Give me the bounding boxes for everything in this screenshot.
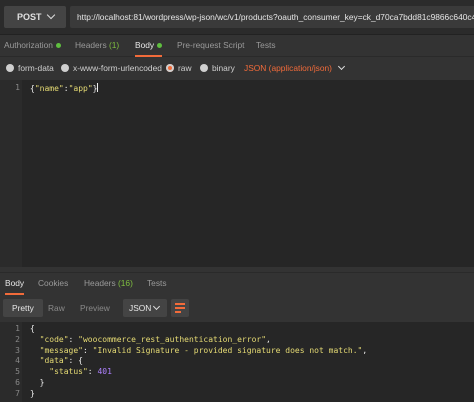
code-line: } (30, 378, 45, 387)
code-token: } (30, 378, 45, 387)
wrap-icon (175, 311, 181, 313)
format-label: JSON (129, 303, 152, 313)
response-tabs: Body Cookies Headers (16) Tests (0, 272, 474, 295)
tab-authorization[interactable]: Authorization (4, 35, 61, 57)
code-line: "code": "woocommerce_rest_authentication… (30, 335, 271, 344)
code-token: : (68, 334, 79, 344)
body-type-options: form-data x-www-form-urlencoded raw bina… (0, 57, 474, 79)
code-line: "data": { (30, 356, 83, 365)
tab-count: (16) (117, 278, 133, 288)
code-token: "code" (30, 334, 69, 344)
line-number-gutter: 1 (0, 80, 22, 267)
tab-response-headers[interactable]: Headers (16) (84, 273, 133, 295)
status-dot-icon (157, 43, 163, 49)
line-number: 1 (15, 83, 20, 92)
line-number: 2 (15, 334, 20, 344)
line-number: 5 (15, 367, 20, 377)
tab-label: Tests (147, 278, 167, 288)
format-select[interactable]: JSON (123, 299, 167, 317)
code-line: "message": "Invalid Signature - provided… (30, 345, 368, 355)
code-token: : (87, 367, 98, 377)
tab-label: Pre-request Script (177, 40, 245, 50)
request-tabs: Authorization Headers (1) Body Pre-reque… (0, 35, 474, 57)
code-token: "message" (30, 345, 83, 355)
tab-headers[interactable]: Headers (1) (75, 35, 119, 57)
code-line: {"name":"app"} (30, 83, 99, 93)
radio-icon (61, 64, 69, 72)
line-number: 6 (15, 378, 20, 387)
radio-selected-icon (166, 64, 174, 72)
code-token: { (30, 324, 35, 333)
code-line: "status": 401 (30, 367, 112, 376)
pretty-button[interactable]: Pretty (3, 299, 43, 317)
method-label: POST (17, 12, 42, 22)
method-select[interactable]: POST (4, 6, 66, 28)
tab-label: Body (135, 40, 155, 50)
response-toolbar: Pretty Raw Preview JSON (0, 296, 474, 320)
tab-cookies[interactable]: Cookies (38, 273, 68, 295)
request-body-editor[interactable]: 1 {"name":"app"} (0, 80, 474, 267)
tab-response-tests[interactable]: Tests (147, 273, 167, 295)
code-token: "status" (30, 367, 88, 377)
tab-pre-request-script[interactable]: Pre-request Script (177, 35, 245, 57)
code-token: "Invalid Signature - provided signature … (92, 345, 363, 355)
option-label: raw (178, 63, 192, 73)
chevron-down-icon (337, 62, 346, 71)
code-token: } (30, 388, 35, 398)
line-number: 3 (15, 345, 20, 355)
radio-urlencoded[interactable]: x-www-form-urlencoded (61, 62, 162, 74)
tab-label: Headers (75, 40, 107, 50)
code-line: } (30, 389, 35, 398)
line-number: 1 (15, 324, 20, 333)
text-cursor (97, 83, 99, 92)
tab-label: Cookies (38, 278, 69, 288)
status-dot-icon (55, 43, 61, 49)
code-token: , (362, 345, 368, 355)
preview-button[interactable]: Preview (71, 299, 119, 317)
line-number-gutter: 1234567 (0, 322, 22, 402)
content-type-select[interactable]: JSON (application/json) (244, 62, 346, 74)
tab-label: Tests (256, 40, 276, 50)
raw-button[interactable]: Raw (39, 299, 74, 317)
tab-label: Authorization (4, 40, 53, 50)
radio-icon (200, 64, 208, 72)
code-token: "woocommerce_rest_authentication_error" (78, 334, 267, 344)
wrap-lines-button[interactable] (171, 299, 189, 317)
radio-binary[interactable]: binary (200, 62, 235, 74)
tab-tests[interactable]: Tests (256, 35, 276, 57)
tab-label: Headers (84, 278, 116, 288)
content-type-label: JSON (application/json) (244, 63, 332, 73)
url-bar: POST http://localhost:81/wordpress/wp-js… (0, 0, 474, 35)
wrap-icon (175, 303, 185, 305)
line-number: 7 (15, 388, 20, 398)
code-token: "data" (30, 356, 69, 366)
tab-body[interactable]: Body (135, 35, 163, 57)
url-input[interactable]: http://localhost:81/wordpress/wp-json/wc… (70, 6, 474, 28)
code-line: { (30, 324, 35, 333)
line-number: 4 (15, 356, 20, 366)
code-token: "app" (68, 84, 93, 93)
radio-form-data[interactable]: form-data (6, 62, 54, 74)
response-body-viewer[interactable]: 1234567 { "code": "woocommerce_rest_auth… (0, 322, 474, 402)
code-token: , (266, 334, 271, 344)
option-label: form-data (18, 63, 54, 73)
code-token: : (82, 345, 93, 355)
chevron-down-icon (152, 302, 161, 311)
option-label: binary (212, 63, 235, 73)
tab-count: (1) (108, 40, 120, 50)
option-label: x-www-form-urlencoded (73, 63, 162, 73)
wrap-icon (175, 307, 185, 309)
code-token: 401 (97, 367, 112, 377)
code-token: : { (68, 356, 83, 366)
chevron-down-icon (46, 10, 56, 20)
tab-label: Body (5, 278, 25, 288)
code-token: "name" (34, 84, 64, 93)
tab-response-body[interactable]: Body (5, 273, 25, 295)
radio-icon (6, 64, 14, 72)
radio-raw[interactable]: raw (166, 62, 192, 74)
